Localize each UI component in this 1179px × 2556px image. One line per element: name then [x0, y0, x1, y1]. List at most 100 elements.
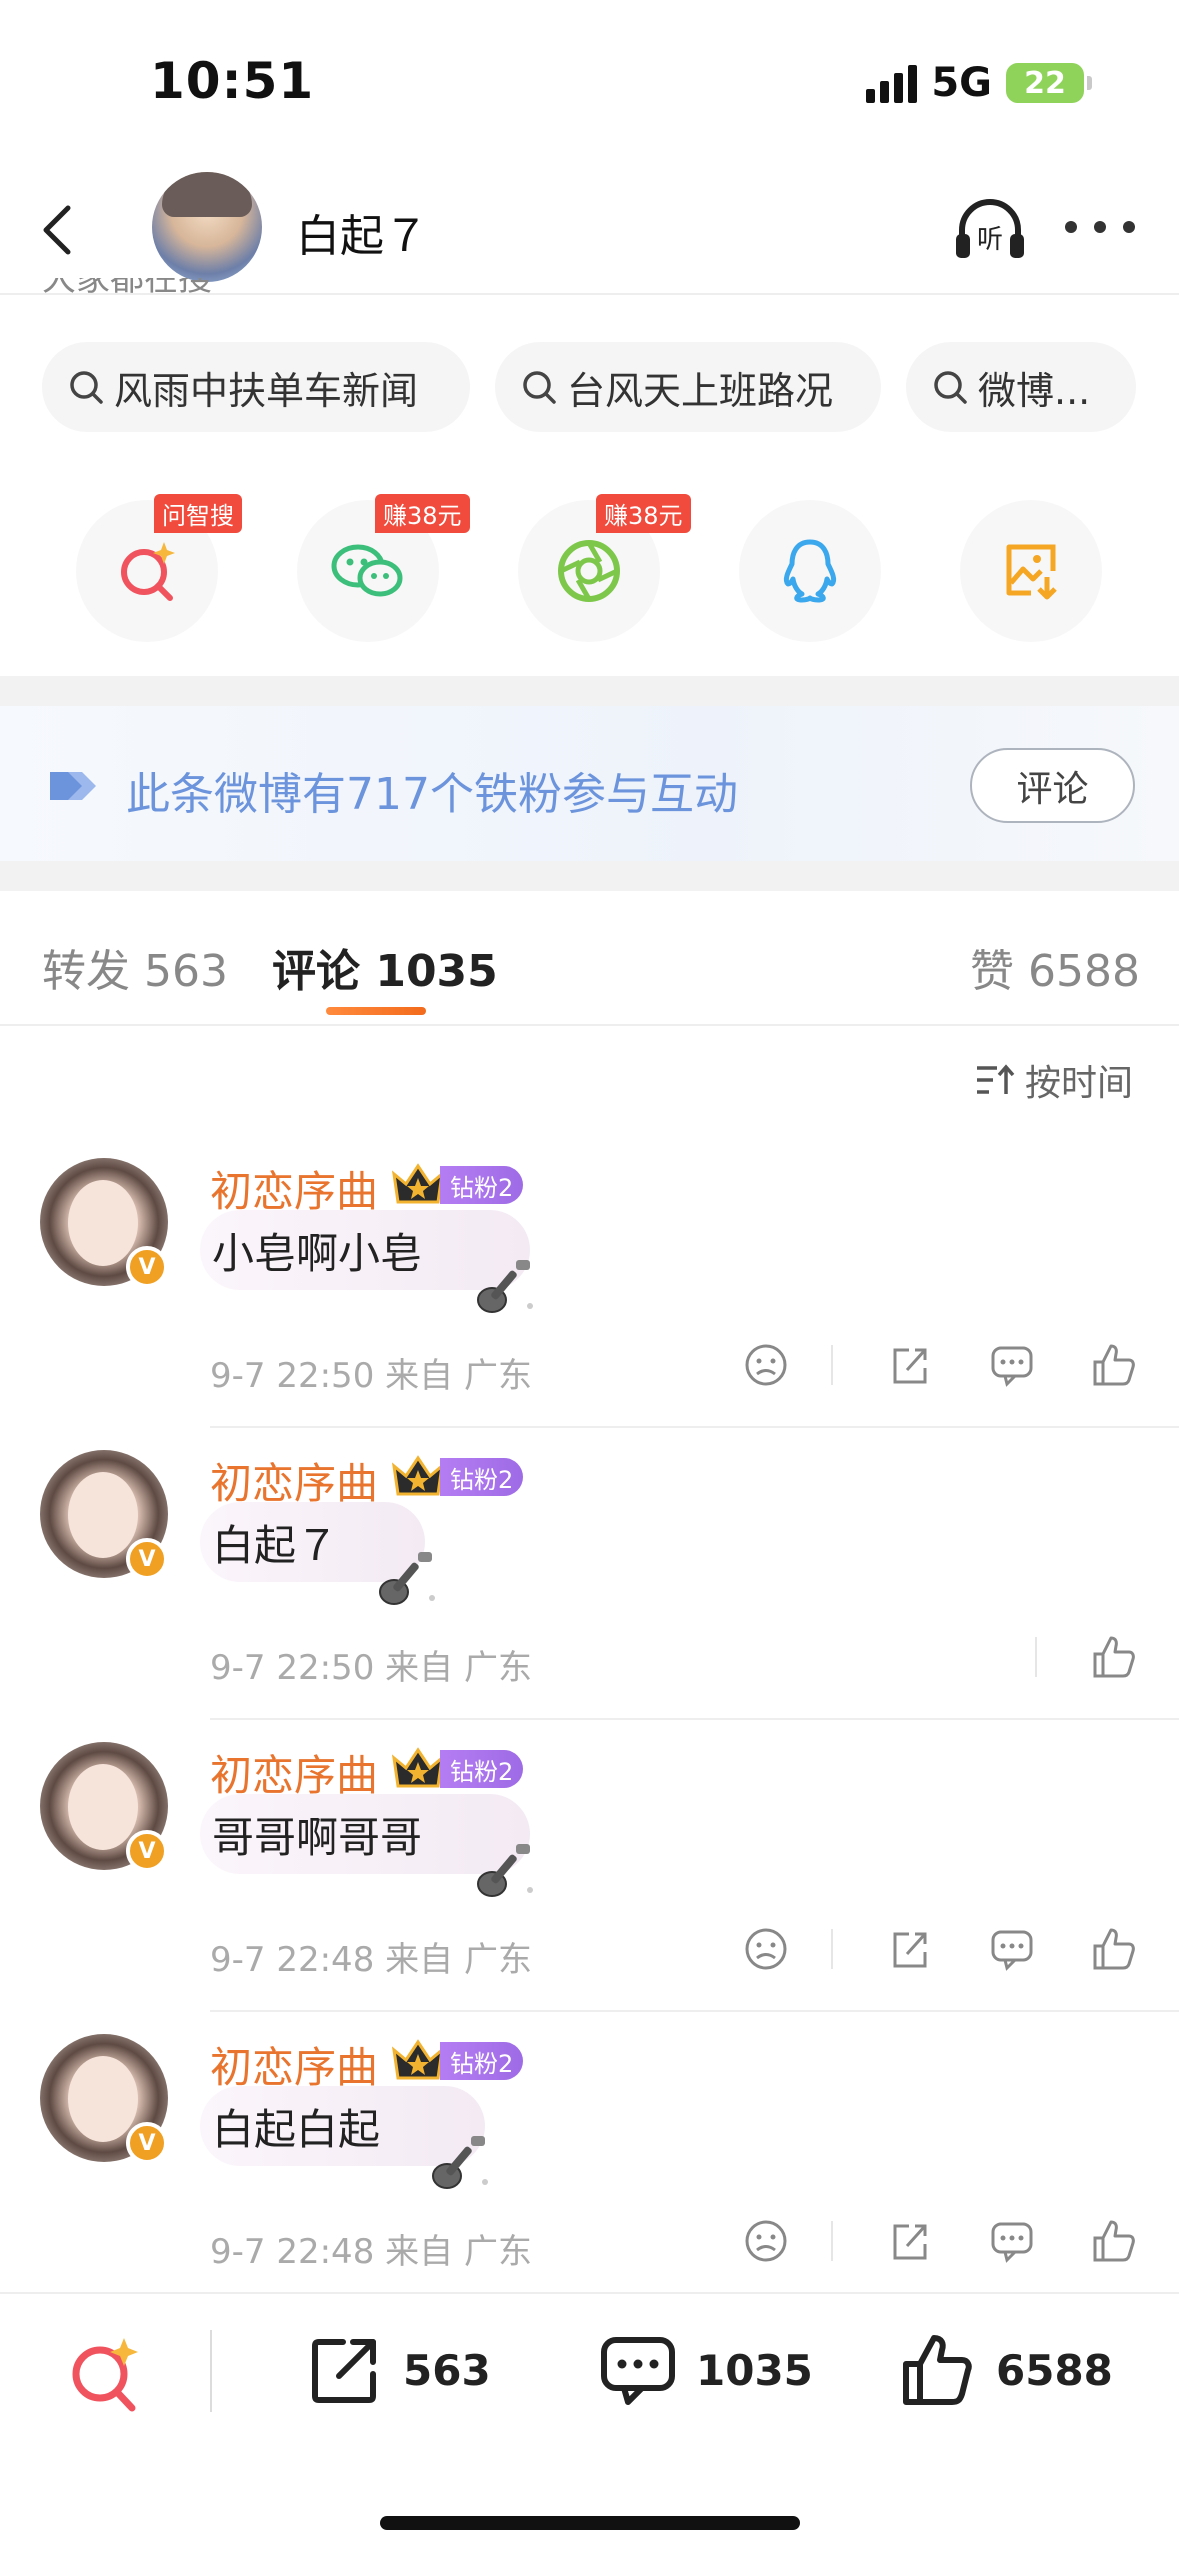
search-icon — [523, 371, 556, 404]
verified-icon: V — [126, 1538, 168, 1580]
share-badge: 赚38元 — [596, 494, 691, 533]
guitar-icon — [477, 1844, 533, 1897]
verified-icon: V — [126, 2122, 168, 2164]
fan-level-badge: 钻粉2 — [440, 1750, 524, 1788]
dislike-icon[interactable] — [741, 2216, 791, 2266]
ai-search-icon[interactable] — [62, 2332, 146, 2416]
action-separator — [1035, 1637, 1037, 1677]
action-separator — [831, 2221, 833, 2261]
sort-icon — [977, 1064, 1015, 1094]
reply-icon[interactable] — [987, 1340, 1037, 1390]
author-avatar[interactable] — [152, 172, 262, 282]
fan-banner-text: 此条微博有717个铁粉参与互动 — [126, 769, 738, 820]
share-badge: 赚38元 — [375, 494, 470, 533]
action-separator — [831, 1929, 833, 1969]
comment-actions — [995, 1632, 1139, 1682]
crown-icon — [391, 1163, 445, 1204]
save-image-button[interactable] — [960, 500, 1102, 642]
crown-icon — [391, 1455, 445, 1496]
commenter-avatar[interactable]: V — [40, 2034, 168, 2164]
like-icon[interactable] — [1089, 1340, 1139, 1390]
verified-icon: V — [126, 1830, 168, 1872]
battery-icon: 22 — [1006, 63, 1092, 103]
reply-icon[interactable] — [987, 1924, 1037, 1974]
like-icon[interactable] — [1089, 1924, 1139, 1974]
comment-meta: 9-7 22:50 来自 广东 — [210, 1648, 532, 1688]
author-name[interactable]: 白起７ — [296, 200, 428, 264]
section-divider — [0, 676, 1179, 706]
bottom-like-button[interactable]: 6588 — [898, 2330, 1113, 2410]
comment-icon — [601, 2337, 675, 2405]
comment-divider — [210, 1718, 1179, 1720]
share-moments-button[interactable]: 赚38元 — [518, 494, 691, 642]
comment-actions — [689, 1340, 1139, 1390]
like-icon[interactable] — [1089, 2216, 1139, 2266]
repost-icon[interactable] — [885, 1924, 935, 1974]
save-image-icon — [1006, 544, 1057, 600]
comment-actions — [689, 2216, 1139, 2266]
fan-tag-icon — [50, 772, 96, 800]
search-chip[interactable]: 风雨中扶单车新闻 — [42, 342, 470, 432]
status-indicators: 5G 22 — [866, 60, 1092, 106]
bottom-repost-button[interactable]: 563 — [305, 2330, 491, 2410]
comment-item: V 初恋序曲 钻粉2 哥哥啊哥哥 9-7 22:48 来自 广东 — [0, 1742, 1179, 2034]
comment-divider — [210, 1426, 1179, 1428]
dislike-icon[interactable] — [741, 1340, 791, 1390]
active-tab-indicator — [326, 1007, 426, 1015]
repost-icon[interactable] — [885, 1340, 935, 1390]
commenter-avatar[interactable]: V — [40, 1158, 168, 1288]
comment-meta: 9-7 22:48 来自 广东 — [210, 2232, 532, 2272]
home-indicator — [380, 2516, 800, 2530]
share-wechat-button[interactable]: 赚38元 — [297, 494, 470, 642]
fan-level-badge: 钻粉2 — [440, 2042, 524, 2080]
guitar-icon — [432, 2136, 488, 2189]
wechat-icon — [331, 544, 403, 597]
reply-icon[interactable] — [987, 2216, 1037, 2266]
search-icon — [934, 371, 967, 404]
bottom-comment-button[interactable]: 1035 — [598, 2330, 813, 2410]
tab-like[interactable]: 赞 6588 — [970, 935, 1140, 999]
banner-comment-button[interactable]: 评论 — [970, 748, 1135, 823]
crown-icon — [391, 1747, 445, 1788]
ai-search-icon — [121, 542, 175, 601]
share-ask-search-button[interactable]: 问智搜 — [76, 494, 242, 642]
more-icon[interactable] — [1065, 212, 1135, 242]
dislike-icon[interactable] — [741, 1924, 791, 1974]
bottom-separator — [210, 2330, 212, 2412]
comment-item: V 初恋序曲 钻粉2 白起白起 9-7 22:48 来自 广东 — [0, 2034, 1179, 2326]
guitar-icon — [379, 1552, 435, 1605]
tabs-divider — [0, 1024, 1179, 1026]
search-chip[interactable]: 台风天上班路况 — [495, 342, 881, 432]
commenter-avatar[interactable]: V — [40, 1450, 168, 1580]
status-time: 10:51 — [150, 52, 315, 110]
fan-level-badge: 钻粉2 — [440, 1458, 524, 1496]
svg-text:听: 听 — [977, 225, 1003, 255]
signal-icon — [866, 63, 918, 103]
share-qq-button[interactable] — [739, 500, 881, 642]
guitar-icon — [477, 1260, 533, 1313]
back-icon[interactable] — [30, 200, 90, 260]
search-chip[interactable]: 微博... — [906, 342, 1136, 432]
comment-item: V 初恋序曲 钻粉2 小皂啊小皂 9-7 22:50 来自 广东 — [0, 1158, 1179, 1450]
top-nav-bar: 白起７ 听 — [0, 160, 1179, 295]
action-separator — [831, 1345, 833, 1385]
comment-meta: 9-7 22:50 来自 广东 — [210, 1356, 532, 1396]
verified-icon: V — [126, 1246, 168, 1288]
moments-icon — [558, 540, 620, 602]
network-label: 5G — [931, 60, 992, 106]
trending-hint: 大家都在搜 — [42, 278, 212, 299]
comment-actions — [689, 1924, 1139, 1974]
section-divider — [0, 861, 1179, 891]
like-icon — [903, 2335, 972, 2405]
sort-by-time-button[interactable]: 按时间 — [975, 1054, 1133, 1106]
commenter-avatar[interactable]: V — [40, 1742, 168, 1872]
listen-icon[interactable]: 听 — [950, 190, 1030, 270]
tab-repost[interactable]: 转发 563 — [42, 935, 228, 999]
repost-icon[interactable] — [885, 2216, 935, 2266]
tab-comment[interactable]: 评论 1035 — [272, 935, 498, 999]
qq-icon — [783, 539, 837, 603]
fan-level-badge: 钻粉2 — [440, 1166, 524, 1204]
search-icon — [70, 371, 103, 404]
like-icon[interactable] — [1089, 1632, 1139, 1682]
comment-meta: 9-7 22:48 来自 广东 — [210, 1940, 532, 1980]
